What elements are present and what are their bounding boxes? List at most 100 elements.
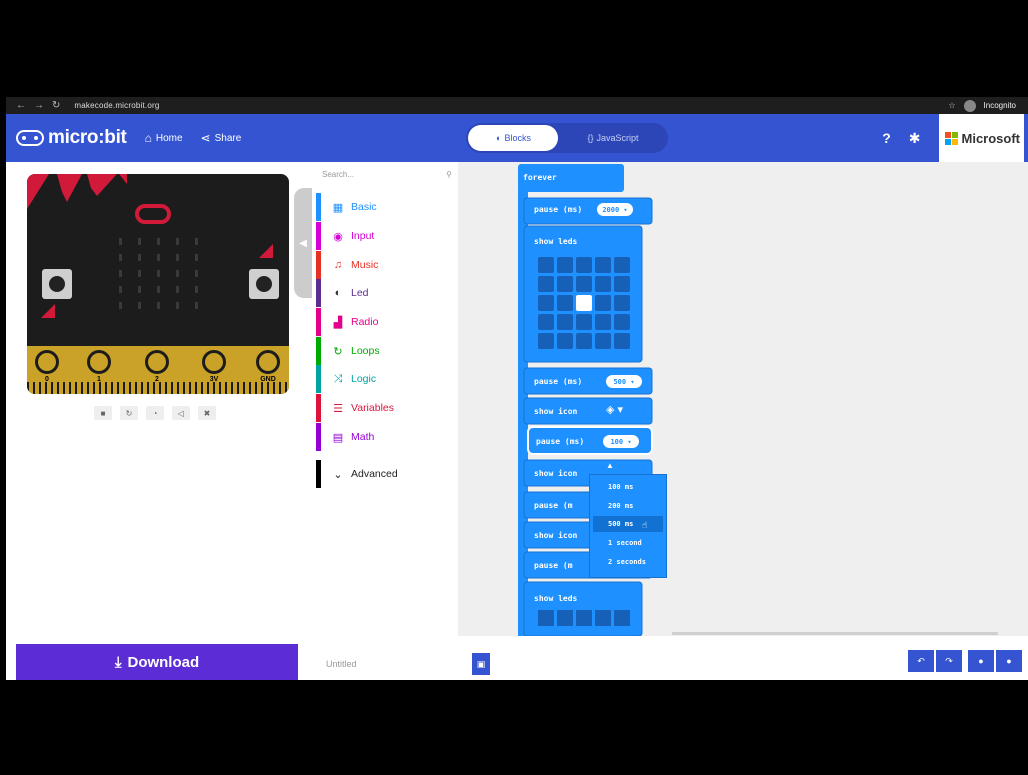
profile-label[interactable]: Incognito — [984, 101, 1016, 110]
workspace-scrollbar[interactable] — [672, 632, 998, 635]
address-bar[interactable]: makecode.microbit.org — [74, 101, 159, 110]
restart-icon[interactable]: ↻ — [120, 406, 138, 420]
pause-label: pause (ms) — [534, 205, 583, 214]
gear-icon[interactable]: ✱ — [909, 130, 921, 147]
undo-redo-group: ↶ ↷ — [908, 650, 962, 672]
category-label: Led — [351, 287, 369, 299]
share-button[interactable]: ⋖ Share — [201, 131, 242, 145]
grid-icon: ▦ — [332, 201, 344, 214]
category-music[interactable]: ♫ Music — [316, 251, 458, 279]
led-editor-grid-partial[interactable] — [538, 610, 630, 626]
bottom-bar: ⤓ Download ▣ ↶ ↷ ● ● — [6, 636, 1028, 680]
undo-icon[interactable]: ↶ — [908, 650, 934, 672]
category-logic[interactable]: ⤨ Logic — [316, 365, 458, 393]
search-icon: ⚲ — [446, 170, 452, 179]
stop-icon[interactable]: ■ — [94, 406, 112, 420]
led-matrix — [115, 238, 201, 309]
show-icon-label: show icon — [534, 407, 578, 416]
zoom-in-icon[interactable]: ● — [996, 650, 1022, 672]
star-icon[interactable]: ☆ — [948, 101, 955, 110]
show-leds-label: show leds — [534, 237, 578, 246]
dropdown-option-selected[interactable]: 500 ms — [608, 517, 633, 531]
pin-1[interactable] — [87, 350, 111, 374]
save-button[interactable]: ▣ — [472, 653, 490, 675]
fullscreen-icon[interactable]: ✖ — [198, 406, 216, 420]
pin-2[interactable] — [145, 350, 169, 374]
target-icon: ◉ — [333, 230, 343, 243]
category-label: Basic — [351, 201, 377, 213]
category-radio[interactable]: ▟ Radio — [316, 308, 458, 336]
pause-label: pause (ms) — [536, 437, 585, 446]
button-a[interactable] — [42, 269, 72, 299]
microsoft-squares-icon — [944, 131, 958, 145]
mute-icon[interactable]: ◁ — [172, 406, 190, 420]
category-loops[interactable]: ↻ Loops — [316, 337, 458, 365]
chevron-down-icon: ⌄ — [333, 468, 343, 481]
category-label: Loops — [351, 345, 380, 357]
toolbox: Search... ⚲ ▦ Basic ◉ Input ♫ Music ◐ Le… — [316, 162, 458, 636]
menu-caret-icon: ▲ — [606, 461, 614, 470]
dropdown-option[interactable]: 200 ms — [608, 499, 633, 513]
pin-3v[interactable] — [202, 350, 226, 374]
tab-blocks[interactable]: ◖ Blocks — [468, 125, 558, 151]
download-icon: ⤓ — [114, 653, 122, 671]
project-name-input[interactable] — [326, 654, 471, 674]
code-icon: {} — [587, 133, 594, 143]
simulator-panel: 0 1 2 3V GND ■ ↻ ◔ ◁ ✖ — [6, 162, 316, 636]
category-math[interactable]: ▤ Math — [316, 423, 458, 451]
puzzle-icon: ◖ — [495, 133, 501, 143]
collapse-simulator-handle[interactable]: ◀ — [294, 188, 312, 298]
pause-value-dropdown-open[interactable]: 100 ▾ — [603, 435, 639, 448]
download-button[interactable]: ⤓ Download — [16, 644, 298, 680]
forward-arrow-icon[interactable]: → — [34, 100, 44, 111]
back-arrow-icon[interactable]: ← — [16, 100, 26, 111]
search-input[interactable]: Search... ⚲ — [322, 170, 452, 186]
microbit-logo[interactable]: micro:bit — [6, 127, 127, 149]
pause-value-dropdown[interactable]: 2000 ▾ — [597, 203, 633, 216]
pin-strip: 0 1 2 3V GND — [27, 346, 289, 394]
dropdown-option[interactable]: 100 ms — [608, 480, 633, 494]
category-advanced[interactable]: ⌄ Advanced — [316, 460, 458, 488]
tab-javascript[interactable]: {} JavaScript — [558, 133, 668, 143]
category-label: Logic — [351, 373, 377, 385]
share-icon: ⋖ — [200, 131, 211, 145]
pin-0[interactable] — [35, 350, 59, 374]
category-variables[interactable]: ☰ Variables — [316, 394, 458, 422]
triangle-marker-icon — [259, 244, 273, 258]
category-label: Radio — [351, 316, 379, 328]
browser-toolbar: ← → ↻ makecode.microbit.org ☆ Incognito — [6, 97, 1028, 114]
led-editor-grid[interactable] — [538, 257, 630, 349]
download-label: Download — [127, 653, 200, 671]
list-icon: ☰ — [333, 402, 343, 415]
pause-value: 100 — [610, 437, 624, 446]
dropdown-option[interactable]: 2 seconds — [608, 555, 646, 569]
pin-gnd[interactable] — [256, 350, 280, 374]
pause-value-dropdown[interactable]: 500 ▾ — [606, 375, 642, 388]
headphones-icon: ♫ — [333, 259, 343, 271]
diamond-icon[interactable]: ◈ ▾ — [606, 403, 623, 416]
redo-icon[interactable]: ↷ — [936, 650, 962, 672]
profile-avatar-icon[interactable] — [963, 99, 976, 112]
microsoft-label: Microsoft — [961, 130, 1021, 146]
brand-label: micro:bit — [48, 127, 127, 148]
dropdown-option[interactable]: 1 second — [608, 536, 642, 550]
category-input[interactable]: ◉ Input — [316, 222, 458, 250]
simulator-controls: ■ ↻ ◔ ◁ ✖ — [94, 406, 216, 420]
microsoft-logo[interactable]: Microsoft — [938, 114, 1024, 162]
reload-icon[interactable]: ↻ — [52, 100, 60, 111]
category-basic[interactable]: ▦ Basic — [316, 193, 458, 221]
category-label: Variables — [351, 402, 394, 414]
zoom-out-icon[interactable]: ● — [968, 650, 994, 672]
show-leds-block[interactable] — [523, 581, 643, 636]
microbit-simulator[interactable]: 0 1 2 3V GND — [27, 174, 289, 394]
board-corner-decoration — [27, 174, 127, 209]
help-icon[interactable]: ? — [882, 130, 891, 146]
toggle-icon: ◐ — [334, 287, 342, 299]
home-button[interactable]: ⌂ Home — [145, 131, 183, 145]
category-led[interactable]: ◐ Led — [316, 279, 458, 307]
slow-mo-icon[interactable]: ◔ — [146, 406, 164, 420]
home-label: Home — [155, 132, 183, 144]
show-leds-label: show leds — [534, 594, 578, 603]
triangle-marker-icon — [41, 304, 55, 318]
button-b[interactable] — [249, 269, 279, 299]
